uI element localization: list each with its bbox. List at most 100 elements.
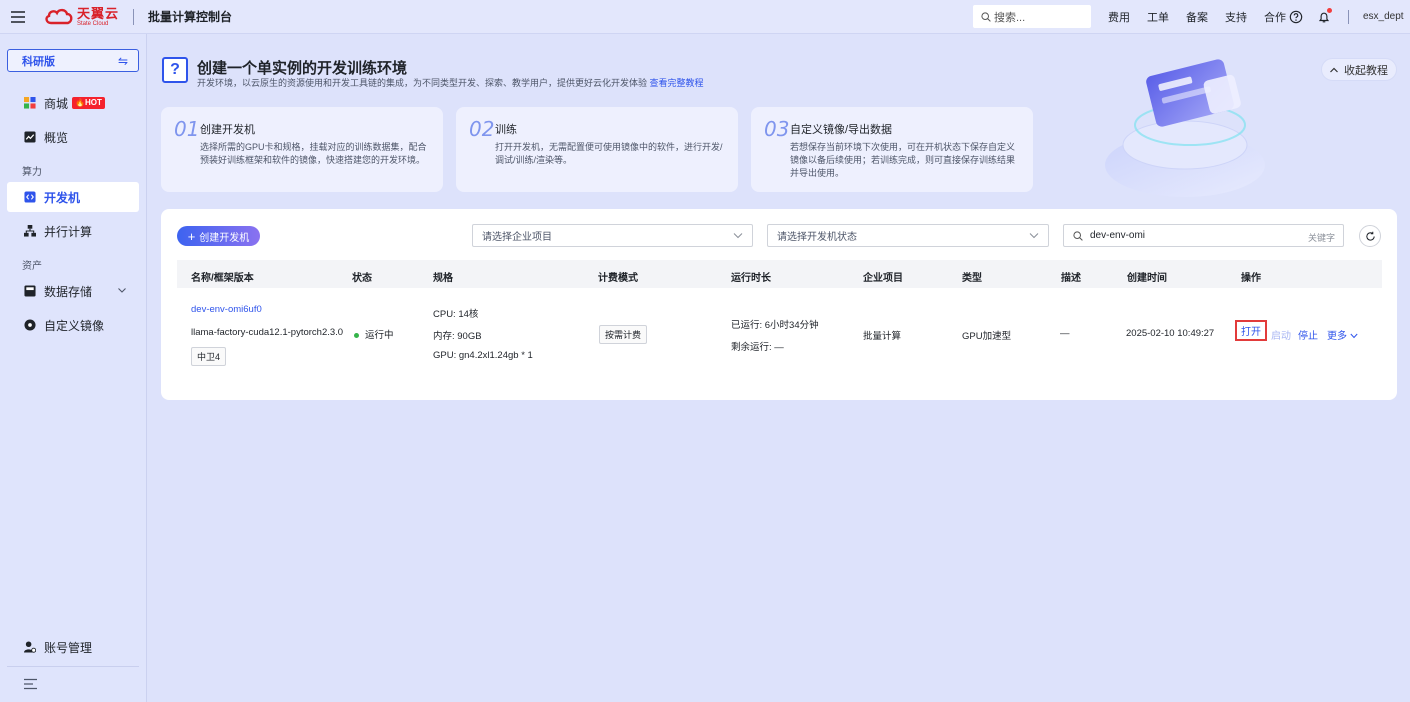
run-time: 已运行: 6小时34分钟 (731, 320, 819, 331)
step-number: 02 (469, 117, 495, 141)
refresh-icon (1365, 231, 1375, 241)
refresh-button[interactable] (1359, 225, 1381, 247)
top-link-fees[interactable]: 费用 (1108, 9, 1130, 25)
sidebar-item-label: 概览 (44, 130, 69, 145)
top-link-tickets[interactable]: 工单 (1147, 9, 1169, 25)
chart-icon (23, 131, 36, 144)
machine-description: — (1060, 328, 1070, 339)
step-card-create: 01 创建开发机 选择所需的GPU卡和规格，挂载对应的训练数据集，配合预装好训练… (161, 107, 443, 192)
collapse-sidebar-icon[interactable] (24, 678, 37, 690)
header-divider (133, 8, 135, 25)
sidebar-item-custom-image[interactable]: 自定义镜像 (7, 310, 139, 340)
chevron-up-icon (1330, 67, 1338, 72)
storage-icon (23, 285, 36, 298)
sidebar-item-label: 商城 (44, 96, 69, 111)
state-cloud-logo[interactable]: 天翼云 State Cloud (44, 7, 119, 27)
col-name: 名称/框架版本 (191, 273, 254, 284)
step-title: 创建开发机 (200, 124, 255, 136)
header-divider-right (1348, 10, 1349, 24)
col-spec: 规格 (433, 273, 453, 284)
running-dot (354, 332, 359, 338)
machine-name-link[interactable]: dev-env-omi6uf0 (191, 304, 262, 315)
help-icon[interactable] (1287, 8, 1305, 26)
framework-version: llama-factory-cuda12.1-pytorch2.3.0 (191, 327, 344, 338)
col-created: 创建时间 (1127, 273, 1167, 284)
menu-icon[interactable] (0, 0, 36, 34)
project-select-placeholder: 请选择企业项目 (482, 232, 552, 243)
top-link-filing[interactable]: 备案 (1186, 9, 1208, 25)
status-select[interactable]: 请选择开发机状态 (767, 224, 1049, 247)
sidebar-item-label: 自定义镜像 (44, 318, 105, 333)
step-description: 若想保存当前环境下次使用，可在开机状态下保存自定义镜像以备后续使用；若训练完成，… (790, 142, 1016, 178)
project-select[interactable]: 请选择企业项目 (472, 224, 753, 247)
region-tag: 中卫4 (191, 347, 227, 366)
col-type: 类型 (962, 273, 982, 284)
spec-gpu: GPU: gn4.2xl1.24gb * 1 (433, 350, 533, 361)
sidebar: 科研版 ⇋ 商城 🔥HOT 概览 算力 开发机 并行计算 资产 数据存储 自定义… (0, 34, 147, 702)
step-number: 03 (764, 117, 790, 141)
hot-badge: 🔥HOT (72, 97, 105, 109)
sidebar-item-parallel[interactable]: 并行计算 (7, 216, 139, 246)
step-description: 选择所需的GPU卡和规格，挂载对应的训练数据集，配合预装好训练框架和软件的镜像，… (200, 142, 427, 165)
logo-en-text: State Cloud (77, 20, 109, 27)
search-value: dev-env-omi (1090, 230, 1146, 241)
page-subtitle: 开发环境，以云原生的资源使用和开发工具链的集成，为不同类型开发、探索、教学用户，… (197, 76, 704, 89)
sidebar-item-label: 账号管理 (44, 640, 93, 655)
cloud-logo-icon (45, 8, 73, 24)
plus-icon: + (187, 228, 196, 244)
created-time: 2025-02-10 10:49:27 (1126, 328, 1215, 339)
step-card-export: 03 自定义镜像/导出数据 若想保存当前环境下次使用，可在开机状态下保存自定义镜… (751, 107, 1033, 192)
user-name[interactable]: esx_dept (1363, 11, 1404, 22)
top-icons (1287, 8, 1343, 26)
sidebar-item-store[interactable]: 商城 🔥HOT (7, 88, 139, 118)
bell-icon[interactable] (1315, 8, 1333, 26)
disc-icon (23, 319, 36, 332)
user-settings-icon (23, 641, 36, 654)
chevron-down-icon (1350, 334, 1358, 339)
section-label-compute: 算力 (22, 167, 42, 178)
billing-tag: 按需计费 (599, 325, 648, 344)
status-badge: 运行中 (354, 327, 394, 341)
sidebar-item-label: 开发机 (44, 190, 81, 205)
sidebar-item-label: 数据存储 (44, 284, 93, 299)
machine-search-input[interactable]: dev-env-omi 关键字 (1063, 224, 1344, 247)
sidebar-item-devmachine[interactable]: 开发机 (7, 182, 139, 212)
more-label: 更多 (1327, 331, 1347, 342)
sidebar-item-storage[interactable]: 数据存储 (7, 276, 139, 306)
top-links: 费用 工单 备案 支持 合作 (1108, 0, 1303, 34)
chevron-down-icon (733, 233, 743, 239)
top-link-partner[interactable]: 合作 (1264, 9, 1286, 25)
hierarchy-icon (23, 225, 36, 238)
step-title: 自定义镜像/导出数据 (790, 124, 893, 136)
step-description: 打开开发机，无需配置便可使用镜像中的软件，进行开发/调试/训练/渲染等。 (495, 142, 723, 165)
table-header: 名称/框架版本 状态 规格 计费模式 运行时长 企业项目 类型 描述 创建时间 … (177, 260, 1382, 288)
step-card-train: 02 训练 打开开发机，无需配置便可使用镜像中的软件，进行开发/调试/训练/渲染… (456, 107, 738, 192)
open-button[interactable]: 打开 (1235, 320, 1267, 341)
search-icon (981, 11, 991, 22)
hero-illustration (1105, 59, 1265, 197)
sidebar-item-account[interactable]: 账号管理 (7, 632, 139, 662)
edition-label: 科研版 (22, 55, 55, 68)
sidebar-item-overview[interactable]: 概览 (7, 122, 139, 152)
global-search-input[interactable]: 搜索... (973, 5, 1091, 28)
create-dev-machine-button[interactable]: + 创建开发机 (177, 226, 260, 246)
stop-button[interactable]: 停止 (1298, 327, 1318, 342)
search-icon (1073, 230, 1083, 241)
spec-memory: 内存: 90GB (433, 331, 482, 342)
col-status: 状态 (352, 273, 372, 284)
start-button[interactable]: 启动 (1271, 327, 1291, 342)
top-link-support[interactable]: 支持 (1225, 9, 1247, 25)
edition-switcher[interactable]: 科研版 ⇋ (7, 49, 139, 72)
logo-cn-text: 天翼云 (77, 5, 120, 21)
collapse-tutorial-button[interactable]: 收起教程 (1321, 58, 1397, 81)
more-menu[interactable]: 更多 (1327, 327, 1358, 342)
code-icon (23, 191, 36, 204)
global-search-placeholder: 搜索... (994, 11, 1026, 24)
spec-cpu: CPU: 14核 (433, 309, 479, 320)
tutorial-link[interactable]: 查看完整教程 (650, 78, 704, 88)
col-actions: 操作 (1241, 273, 1261, 284)
collapse-tutorial-label: 收起教程 (1344, 64, 1388, 77)
create-dev-machine-label: 创建开发机 (199, 232, 250, 244)
dev-machine-panel: + 创建开发机 请选择企业项目 请选择开发机状态 dev-env-omi 关键字… (161, 209, 1397, 400)
question-icon: ? (162, 57, 188, 83)
